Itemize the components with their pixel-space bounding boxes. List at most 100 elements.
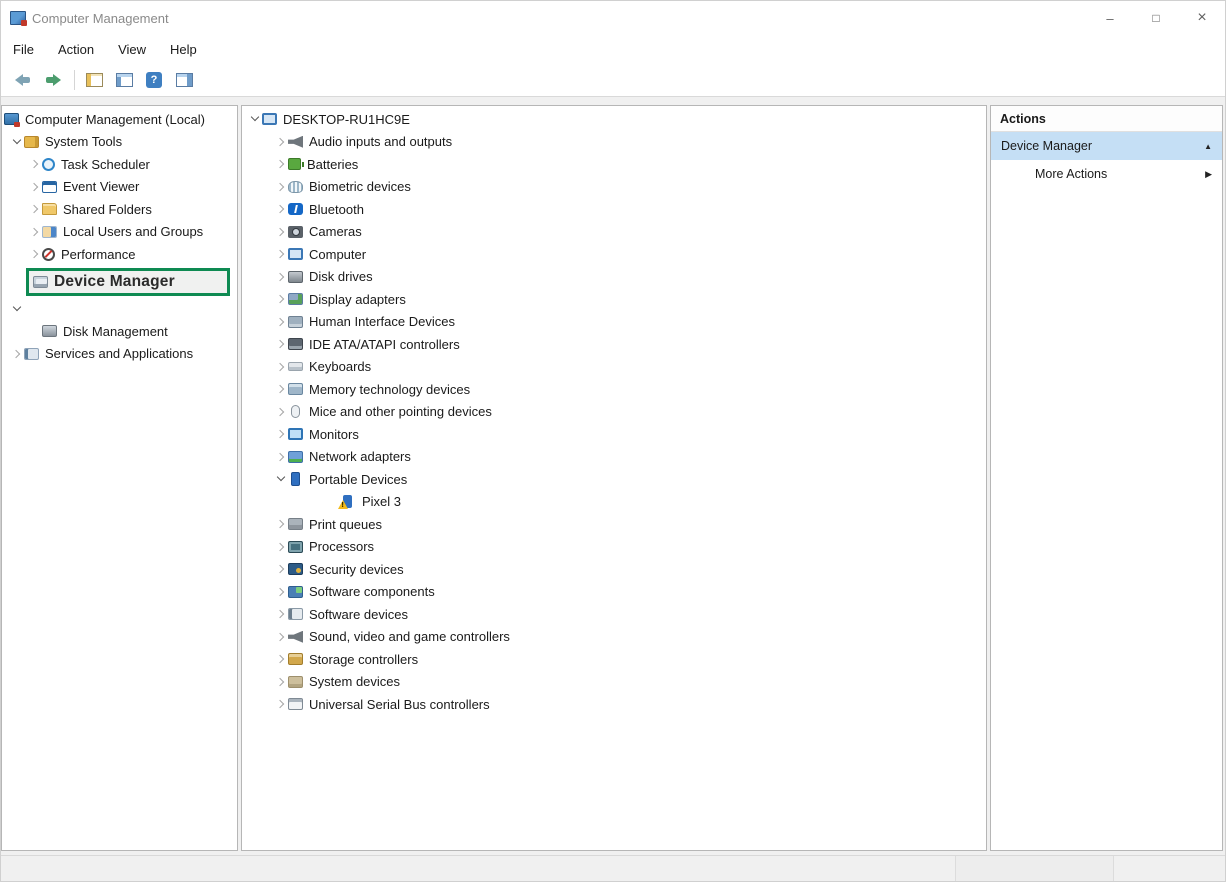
actions-more-actions[interactable]: More Actions ▶ xyxy=(991,160,1222,188)
chevron-collapsed-icon[interactable] xyxy=(274,315,288,329)
tree-item-universal-serial-bus-controllers[interactable]: Universal Serial Bus controllers xyxy=(242,693,986,716)
chevron-collapsed-icon[interactable] xyxy=(274,517,288,531)
device-tree-pane: DESKTOP-RU1HC9EAudio inputs and outputsB… xyxy=(241,105,987,851)
tree-item-computer-management-local[interactable]: Computer Management (Local) xyxy=(2,108,237,131)
tree-item-storage-controllers[interactable]: Storage controllers xyxy=(242,648,986,671)
tree-item-biometric-devices[interactable]: Biometric devices xyxy=(242,176,986,199)
tree-item-shared-folders[interactable]: Shared Folders xyxy=(2,198,237,221)
chevron-collapsed-icon[interactable] xyxy=(274,292,288,306)
tree-item-print-queues[interactable]: Print queues xyxy=(242,513,986,536)
monitor-icon xyxy=(288,428,303,440)
chevron-collapsed-icon[interactable] xyxy=(274,427,288,441)
chevron-collapsed-icon[interactable] xyxy=(28,202,42,216)
tree-item-cameras[interactable]: Cameras xyxy=(242,221,986,244)
chevron-collapsed-icon[interactable] xyxy=(274,157,288,171)
show-hide-console-tree-button[interactable] xyxy=(80,67,108,93)
chevron-collapsed-icon[interactable] xyxy=(274,675,288,689)
tree-item-keyboards[interactable]: Keyboards xyxy=(242,356,986,379)
chevron-collapsed-icon[interactable] xyxy=(274,697,288,711)
chevron-expanded-icon[interactable] xyxy=(10,135,24,149)
minimize-button[interactable]: – xyxy=(1087,1,1133,35)
tree-item-sound-video-and-game-controllers[interactable]: Sound, video and game controllers xyxy=(242,626,986,649)
chevron-collapsed-icon[interactable] xyxy=(274,630,288,644)
chevron-collapsed-icon[interactable] xyxy=(274,202,288,216)
chevron-expanded-icon[interactable] xyxy=(10,302,24,316)
tree-item-software-components[interactable]: Software components xyxy=(242,581,986,604)
maximize-button[interactable]: □ xyxy=(1133,1,1179,35)
chevron-collapsed-icon[interactable] xyxy=(274,585,288,599)
tree-item-label: Task Scheduler xyxy=(59,157,150,172)
tree-item-software-devices[interactable]: Software devices xyxy=(242,603,986,626)
chevron-collapsed-icon[interactable] xyxy=(28,180,42,194)
chevron-collapsed-icon[interactable] xyxy=(28,247,42,261)
tree-item-disk-management[interactable]: Disk Management xyxy=(2,320,237,343)
chevron-collapsed-icon[interactable] xyxy=(274,225,288,239)
tree-item-performance[interactable]: Performance xyxy=(2,243,237,266)
tree-item-memory-technology-devices[interactable]: Memory technology devices xyxy=(242,378,986,401)
chevron-collapsed-icon[interactable] xyxy=(274,405,288,419)
tree-item-label: Security devices xyxy=(307,562,404,577)
tree-item-event-viewer[interactable]: Event Viewer xyxy=(2,176,237,199)
tree-item-security-devices[interactable]: Security devices xyxy=(242,558,986,581)
actions-pane: Actions Device Manager ▲ More Actions ▶ xyxy=(990,105,1223,851)
menu-action[interactable]: Action xyxy=(58,42,94,57)
back-button[interactable] xyxy=(9,67,37,93)
tree-item-task-scheduler[interactable]: Task Scheduler xyxy=(2,153,237,176)
tree-item-system-tools[interactable]: System Tools xyxy=(2,131,237,154)
tree-item-mice-and-other-pointing-devices[interactable]: Mice and other pointing devices xyxy=(242,401,986,424)
tree-item-device-manager[interactable]: Device Manager xyxy=(26,268,230,296)
chevron-collapsed-icon[interactable] xyxy=(274,180,288,194)
close-button[interactable]: × xyxy=(1179,1,1225,35)
tree-item-label: Software devices xyxy=(307,607,408,622)
tree-item-storage[interactable] xyxy=(2,298,237,321)
chevron-collapsed-icon[interactable] xyxy=(28,157,42,171)
tree-item-monitors[interactable]: Monitors xyxy=(242,423,986,446)
tree-item-bluetooth[interactable]: Bluetooth xyxy=(242,198,986,221)
collapse-section-icon[interactable]: ▲ xyxy=(1204,142,1212,151)
chevron-collapsed-icon[interactable] xyxy=(274,652,288,666)
menu-file[interactable]: File xyxy=(13,42,34,57)
chevron-collapsed-icon[interactable] xyxy=(274,247,288,261)
tree-item-computer[interactable]: Computer xyxy=(242,243,986,266)
export-list-button[interactable] xyxy=(110,67,138,93)
tree-item-audio-inputs-and-outputs[interactable]: Audio inputs and outputs xyxy=(242,131,986,154)
chevron-collapsed-icon[interactable] xyxy=(10,347,24,361)
tree-item-services-and-applications[interactable]: Services and Applications xyxy=(2,343,237,366)
chevron-expanded-icon[interactable] xyxy=(274,472,288,486)
tree-item-disk-drives[interactable]: Disk drives xyxy=(242,266,986,289)
software-device-icon xyxy=(288,608,303,620)
disk-icon xyxy=(288,271,303,283)
tree-item-pixel-3[interactable]: Pixel 3 xyxy=(242,491,986,514)
show-hide-action-pane-button[interactable] xyxy=(170,67,198,93)
actions-device-manager-section[interactable]: Device Manager ▲ xyxy=(991,132,1222,160)
menu-view[interactable]: View xyxy=(118,42,146,57)
tree-item-label: Mice and other pointing devices xyxy=(307,404,492,419)
chevron-collapsed-icon[interactable] xyxy=(28,225,42,239)
chevron-collapsed-icon[interactable] xyxy=(274,360,288,374)
tree-item-display-adapters[interactable]: Display adapters xyxy=(242,288,986,311)
tree-item-label: Local Users and Groups xyxy=(61,224,203,239)
forward-button[interactable] xyxy=(39,67,67,93)
tree-item-local-users-and-groups[interactable]: Local Users and Groups xyxy=(2,221,237,244)
tree-item-processors[interactable]: Processors xyxy=(242,536,986,559)
tree-item-label: Shared Folders xyxy=(61,202,152,217)
tree-item-batteries[interactable]: Batteries xyxy=(242,153,986,176)
tree-item-human-interface-devices[interactable]: Human Interface Devices xyxy=(242,311,986,334)
menu-help[interactable]: Help xyxy=(170,42,197,57)
chevron-collapsed-icon[interactable] xyxy=(274,337,288,351)
chevron-collapsed-icon[interactable] xyxy=(274,382,288,396)
tree-item-network-adapters[interactable]: Network adapters xyxy=(242,446,986,469)
tree-item-label: Device Manager xyxy=(52,273,175,291)
tree-item-portable-devices[interactable]: Portable Devices xyxy=(242,468,986,491)
tree-item-ide-ata-atapi-controllers[interactable]: IDE ATA/ATAPI controllers xyxy=(242,333,986,356)
chevron-collapsed-icon[interactable] xyxy=(274,135,288,149)
chevron-collapsed-icon[interactable] xyxy=(274,562,288,576)
tree-item-desktop-ru1hc9e[interactable]: DESKTOP-RU1HC9E xyxy=(242,108,986,131)
chevron-collapsed-icon[interactable] xyxy=(274,540,288,554)
chevron-collapsed-icon[interactable] xyxy=(274,450,288,464)
chevron-collapsed-icon[interactable] xyxy=(274,607,288,621)
tree-item-system-devices[interactable]: System devices xyxy=(242,671,986,694)
help-button[interactable]: ? xyxy=(140,67,168,93)
chevron-collapsed-icon[interactable] xyxy=(274,270,288,284)
chevron-expanded-icon[interactable] xyxy=(248,112,262,126)
